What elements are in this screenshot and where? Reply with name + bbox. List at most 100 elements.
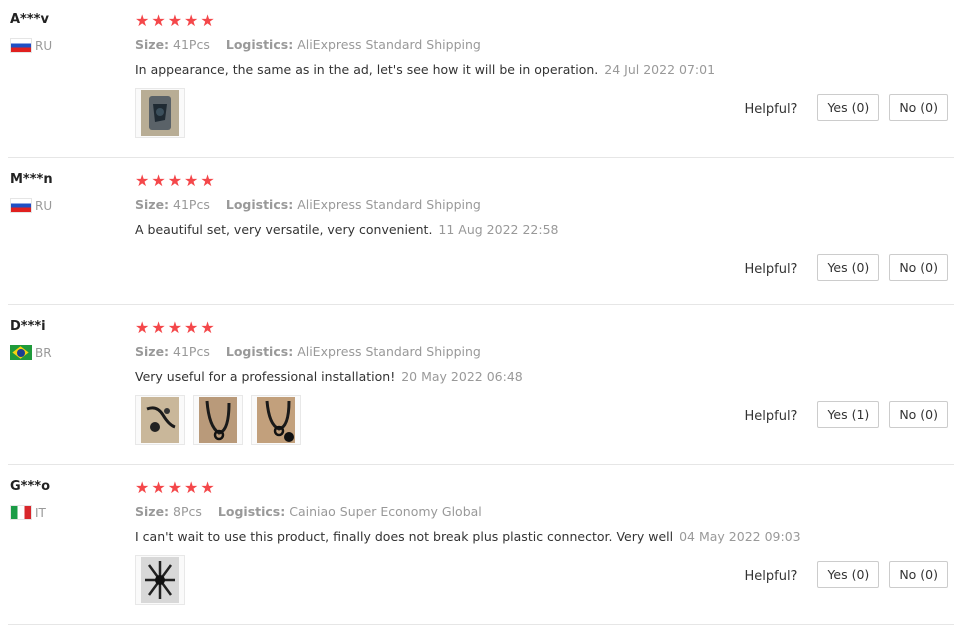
star-icon: ★	[184, 11, 199, 30]
helpful-controls: Helpful? Yes (1) No (0)	[744, 401, 948, 428]
size-value: 41Pcs	[173, 37, 210, 52]
helpful-no-button[interactable]: No (0)	[889, 401, 948, 428]
review-photos	[135, 88, 185, 138]
star-rating: ★ ★ ★ ★ ★	[135, 13, 215, 29]
helpful-no-button[interactable]: No (0)	[889, 254, 948, 281]
size-label: Size:	[135, 37, 170, 52]
logistics-value: AliExpress Standard Shipping	[297, 197, 481, 212]
reviewer-name: M***n	[10, 172, 53, 187]
logistics-value: Cainiao Super Economy Global	[289, 504, 482, 519]
star-icon: ★	[151, 171, 166, 190]
reviewer-country: BR	[10, 345, 52, 360]
star-icon: ★	[151, 478, 166, 497]
star-icon: ★	[151, 318, 166, 337]
star-icon: ★	[167, 11, 183, 30]
star-icon: ★	[200, 11, 215, 30]
helpful-controls: Helpful? Yes (0) No (0)	[744, 254, 948, 281]
helpful-yes-button[interactable]: Yes (0)	[817, 94, 880, 121]
reviewer-name: A***v	[10, 12, 49, 27]
star-icon: ★	[167, 478, 183, 497]
helpful-yes-button[interactable]: Yes (0)	[817, 254, 880, 281]
review-date: 20 May 2022 06:48	[401, 369, 523, 384]
helpful-yes-button[interactable]: Yes (1)	[817, 401, 880, 428]
russia-flag-icon	[10, 198, 32, 213]
review-photo-thumbnail[interactable]	[135, 555, 185, 605]
star-icon: ★	[135, 11, 150, 30]
review-body: A beautiful set, very versatile, very co…	[135, 222, 433, 237]
helpful-label: Helpful?	[744, 409, 798, 424]
review-date: 04 May 2022 09:03	[679, 529, 801, 544]
helpful-label: Helpful?	[744, 262, 798, 277]
size-label: Size:	[135, 504, 170, 519]
helpful-yes-button[interactable]: Yes (0)	[817, 561, 880, 588]
review-body: In appearance, the same as in the ad, le…	[135, 62, 599, 77]
photo-image	[141, 557, 179, 603]
review-date: 11 Aug 2022 22:58	[438, 222, 559, 237]
review-photo-thumbnail[interactable]	[135, 88, 185, 138]
size-label: Size:	[135, 344, 170, 359]
review-photo-thumbnail[interactable]	[135, 395, 185, 445]
reviewer-country: RU	[10, 38, 52, 53]
reviewer-name: G***o	[10, 479, 50, 494]
size-value: 41Pcs	[173, 344, 210, 359]
review-date: 24 Jul 2022 07:01	[604, 62, 716, 77]
size-value: 8Pcs	[173, 504, 202, 519]
star-icon: ★	[184, 478, 199, 497]
review-body: I can't wait to use this product, finall…	[135, 529, 674, 544]
logistics-label: Logistics:	[225, 344, 294, 359]
review-photo-thumbnail[interactable]	[251, 395, 301, 445]
logistics-label: Logistics:	[225, 37, 294, 52]
star-icon: ★	[135, 171, 150, 190]
logistics-value: AliExpress Standard Shipping	[297, 344, 481, 359]
reviewer-country: IT	[10, 505, 46, 520]
star-icon: ★	[135, 318, 150, 337]
photo-image	[141, 90, 179, 136]
review-text: A beautiful set, very versatile, very co…	[135, 222, 559, 237]
star-icon: ★	[200, 171, 215, 190]
star-icon: ★	[184, 171, 199, 190]
review-meta: Size: 41Pcs Logistics: AliExpress Standa…	[135, 197, 481, 212]
star-icon: ★	[200, 318, 215, 337]
country-code: BR	[35, 345, 52, 360]
star-icon: ★	[200, 478, 215, 497]
star-rating: ★ ★ ★ ★ ★	[135, 320, 215, 336]
divider	[8, 624, 954, 625]
review-text: In appearance, the same as in the ad, le…	[135, 62, 715, 77]
russia-flag-icon	[10, 38, 32, 53]
country-code: RU	[35, 198, 53, 213]
star-icon: ★	[167, 318, 183, 337]
helpful-controls: Helpful? Yes (0) No (0)	[744, 561, 948, 588]
brazil-flag-icon	[10, 345, 32, 360]
reviewer-name: D***i	[10, 319, 46, 334]
helpful-controls: Helpful? Yes (0) No (0)	[744, 94, 948, 121]
review-meta: Size: 41Pcs Logistics: AliExpress Standa…	[135, 37, 481, 52]
star-icon: ★	[184, 318, 199, 337]
logistics-label: Logistics:	[225, 197, 294, 212]
photo-image	[257, 397, 295, 443]
star-icon: ★	[135, 478, 150, 497]
country-code: IT	[35, 505, 46, 520]
divider	[8, 464, 954, 465]
review-text: I can't wait to use this product, finall…	[135, 529, 801, 544]
country-code: RU	[35, 38, 53, 53]
divider	[8, 157, 954, 158]
italy-flag-icon	[10, 505, 32, 520]
logistics-value: AliExpress Standard Shipping	[297, 37, 481, 52]
helpful-no-button[interactable]: No (0)	[889, 561, 948, 588]
size-label: Size:	[135, 197, 170, 212]
helpful-no-button[interactable]: No (0)	[889, 94, 948, 121]
review-photo-thumbnail[interactable]	[193, 395, 243, 445]
review-text: Very useful for a professional installat…	[135, 369, 523, 384]
star-icon: ★	[151, 11, 166, 30]
star-icon: ★	[167, 171, 183, 190]
photo-image	[141, 397, 179, 443]
review-body: Very useful for a professional installat…	[135, 369, 396, 384]
review-meta: Size: 8Pcs Logistics: Cainiao Super Econ…	[135, 504, 482, 519]
star-rating: ★ ★ ★ ★ ★	[135, 480, 215, 496]
divider	[8, 304, 954, 305]
review-meta: Size: 41Pcs Logistics: AliExpress Standa…	[135, 344, 481, 359]
helpful-label: Helpful?	[744, 569, 798, 584]
reviewer-country: RU	[10, 198, 52, 213]
helpful-label: Helpful?	[744, 102, 798, 117]
photo-image	[199, 397, 237, 443]
